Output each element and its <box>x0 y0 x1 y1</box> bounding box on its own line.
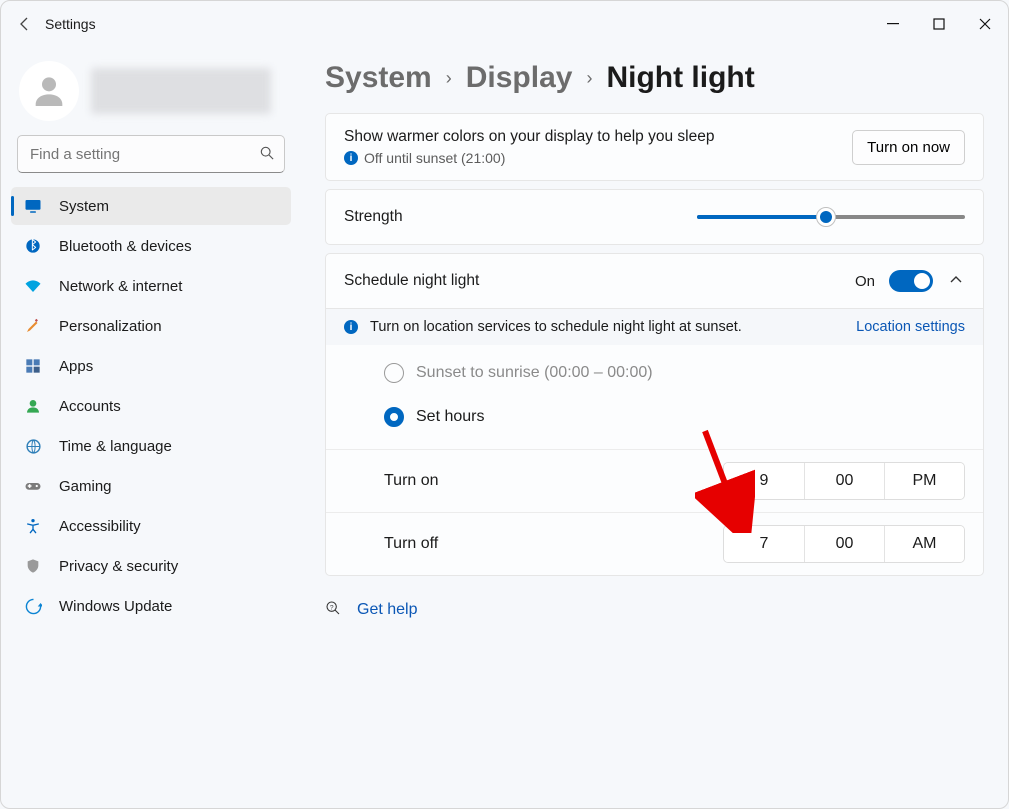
schedule-label: Schedule night light <box>344 272 479 290</box>
user-info-redacted <box>91 68 271 114</box>
option-label: Sunset to sunrise (00:00 – 00:00) <box>416 364 653 382</box>
shield-icon <box>23 558 43 574</box>
strength-card: Strength <box>325 189 984 245</box>
night-light-status-card: Show warmer colors on your display to he… <box>325 113 984 181</box>
sidebar-item-label: System <box>59 198 109 215</box>
sidebar-item-label: Gaming <box>59 478 112 495</box>
sidebar-item-accounts[interactable]: Accounts <box>11 387 291 425</box>
chevron-right-icon: › <box>586 68 592 89</box>
location-banner: i Turn on location services to schedule … <box>326 308 983 345</box>
help-icon: ? <box>325 600 341 620</box>
breadcrumb-display[interactable]: Display <box>466 61 573 95</box>
apps-icon <box>23 358 43 374</box>
banner-text: Turn on location services to schedule ni… <box>370 319 742 335</box>
sidebar-item-label: Apps <box>59 358 93 375</box>
search-field[interactable] <box>28 145 254 164</box>
option-label: Set hours <box>416 408 484 426</box>
schedule-options: Sunset to sunrise (00:00 – 00:00) Set ho… <box>326 345 983 449</box>
location-settings-link[interactable]: Location settings <box>856 319 965 335</box>
breadcrumb-system[interactable]: System <box>325 61 432 95</box>
chevron-right-icon: › <box>446 68 452 89</box>
strength-label: Strength <box>344 208 403 226</box>
turn-on-now-button[interactable]: Turn on now <box>852 130 965 165</box>
person-icon <box>23 398 43 414</box>
sidebar-item-personalization[interactable]: Personalization <box>11 307 291 345</box>
user-card[interactable] <box>9 55 293 135</box>
sidebar-item-windows-update[interactable]: Windows Update <box>11 587 291 625</box>
get-help-link[interactable]: Get help <box>357 601 417 619</box>
schedule-toggle[interactable] <box>889 270 933 292</box>
hour-cell[interactable]: 9 <box>724 463 804 499</box>
toggle-text: On <box>855 273 875 290</box>
ampm-cell[interactable]: PM <box>884 463 964 499</box>
close-button[interactable] <box>962 8 1008 40</box>
turn-on-row: Turn on 9 00 PM <box>326 449 983 512</box>
radio-unchecked <box>384 363 404 383</box>
schedule-header[interactable]: Schedule night light On <box>326 254 983 308</box>
sidebar-item-system[interactable]: System <box>11 187 291 225</box>
option-set-hours[interactable]: Set hours <box>384 395 965 439</box>
sidebar-item-label: Personalization <box>59 318 162 335</box>
chevron-up-icon[interactable] <box>947 274 965 289</box>
strength-slider[interactable] <box>697 208 965 226</box>
monitor-icon <box>23 197 43 215</box>
sidebar: System Bluetooth & devices Network & int… <box>1 47 301 808</box>
ampm-cell[interactable]: AM <box>884 526 964 562</box>
sidebar-item-label: Bluetooth & devices <box>59 238 192 255</box>
hour-cell[interactable]: 7 <box>724 526 804 562</box>
accessibility-icon <box>23 518 43 534</box>
globe-clock-icon <box>23 438 43 455</box>
radio-checked[interactable] <box>384 407 404 427</box>
window-controls <box>870 8 1008 40</box>
titlebar: Settings <box>1 1 1008 47</box>
turn-off-label: Turn off <box>384 535 438 553</box>
sidebar-item-apps[interactable]: Apps <box>11 347 291 385</box>
sidebar-item-gaming[interactable]: Gaming <box>11 467 291 505</box>
sidebar-item-label: Windows Update <box>59 598 172 615</box>
search-input[interactable] <box>17 135 285 173</box>
main-content: System › Display › Night light Show warm… <box>301 47 1008 808</box>
minimize-button[interactable] <box>870 8 916 40</box>
sidebar-item-label: Accounts <box>59 398 121 415</box>
turn-off-time-picker[interactable]: 7 00 AM <box>723 525 965 563</box>
info-icon: i <box>344 151 358 165</box>
schedule-card: Schedule night light On i Turn on locati… <box>325 253 984 576</box>
paintbrush-icon <box>23 317 43 335</box>
sidebar-item-time-language[interactable]: Time & language <box>11 427 291 465</box>
sidebar-item-label: Time & language <box>59 438 172 455</box>
status-text: i Off until sunset (21:00) <box>344 150 714 166</box>
bluetooth-icon <box>23 238 43 254</box>
breadcrumb: System › Display › Night light <box>325 61 984 95</box>
sidebar-item-label: Accessibility <box>59 518 141 535</box>
option-sunset-to-sunrise: Sunset to sunrise (00:00 – 00:00) <box>384 351 965 395</box>
minute-cell[interactable]: 00 <box>804 526 884 562</box>
sidebar-item-network[interactable]: Network & internet <box>11 267 291 305</box>
sidebar-item-accessibility[interactable]: Accessibility <box>11 507 291 545</box>
gamepad-icon <box>23 477 43 495</box>
app-title: Settings <box>45 16 96 32</box>
sidebar-item-bluetooth[interactable]: Bluetooth & devices <box>11 227 291 265</box>
wifi-icon <box>23 277 43 295</box>
sidebar-item-privacy[interactable]: Privacy & security <box>11 547 291 585</box>
minute-cell[interactable]: 00 <box>804 463 884 499</box>
maximize-button[interactable] <box>916 8 962 40</box>
avatar <box>19 61 79 121</box>
back-button[interactable] <box>15 14 35 34</box>
turn-off-row: Turn off 7 00 AM <box>326 512 983 575</box>
get-help-row[interactable]: ? Get help <box>325 600 984 620</box>
breadcrumb-current: Night light <box>606 61 754 95</box>
search-icon <box>260 146 274 163</box>
nav: System Bluetooth & devices Network & int… <box>9 187 293 625</box>
sidebar-item-label: Network & internet <box>59 278 182 295</box>
sidebar-item-label: Privacy & security <box>59 558 178 575</box>
svg-text:?: ? <box>330 604 334 611</box>
turn-on-time-picker[interactable]: 9 00 PM <box>723 462 965 500</box>
update-icon <box>23 598 43 615</box>
turn-on-label: Turn on <box>384 472 439 490</box>
info-icon: i <box>344 320 358 334</box>
slider-thumb[interactable] <box>816 207 836 227</box>
description-text: Show warmer colors on your display to he… <box>344 128 714 146</box>
